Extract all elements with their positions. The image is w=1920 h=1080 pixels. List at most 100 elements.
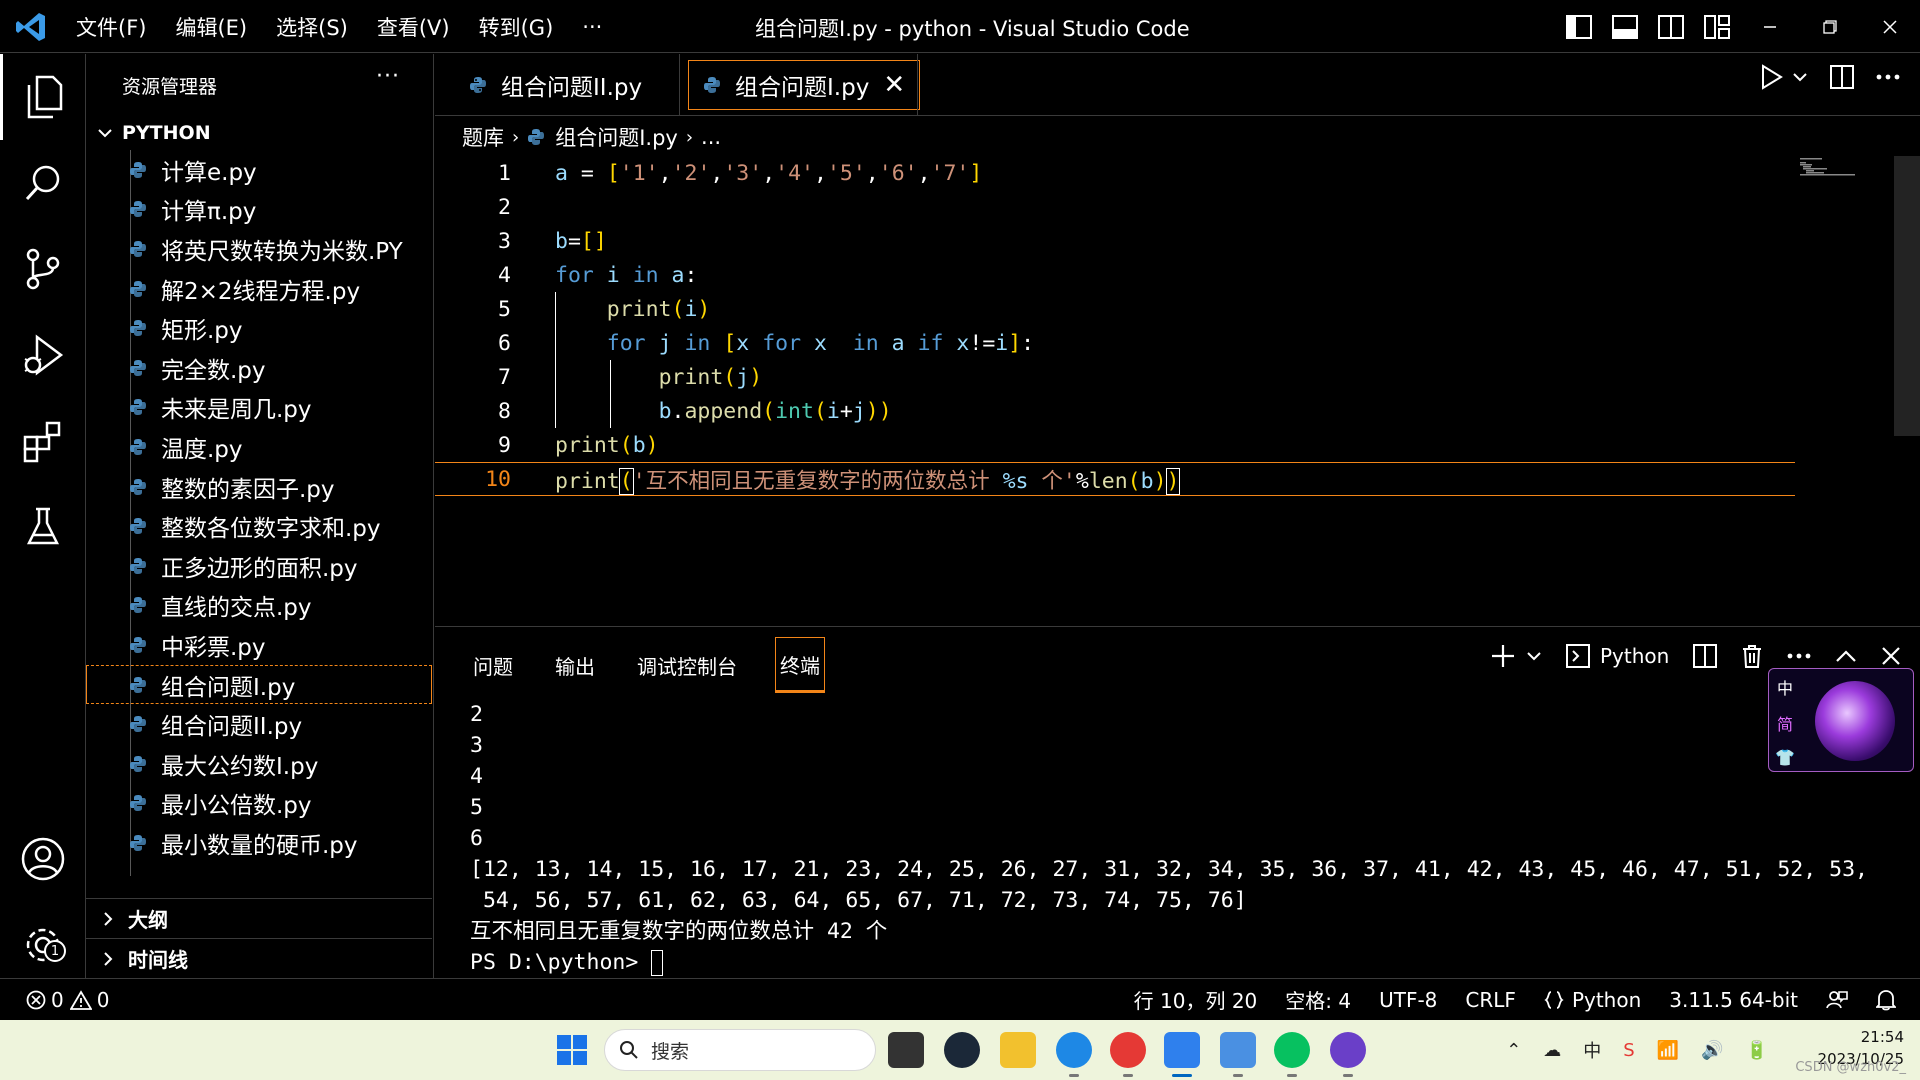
extensions-icon[interactable] xyxy=(0,398,86,484)
vscode-taskbar-icon[interactable] xyxy=(1164,1032,1200,1068)
file-item[interactable]: 将英尺数转换为米数.PY xyxy=(86,229,432,269)
tab-combination-i[interactable]: 组合问题I.py ✕ xyxy=(688,60,921,110)
split-terminal-icon[interactable] xyxy=(1693,644,1718,668)
code-editor[interactable]: 1 a = ['1','2','3','4','5','6','7'] 2 3 … xyxy=(435,156,1920,626)
maximize-panel-icon[interactable] xyxy=(1835,649,1857,663)
file-item[interactable]: 正多边形的面积.py xyxy=(86,546,432,586)
file-item[interactable]: 完全数.py xyxy=(86,348,432,388)
file-item[interactable]: 整数各位数字求和.py xyxy=(86,506,432,546)
netease-music-icon[interactable] xyxy=(1110,1032,1146,1068)
problems-status[interactable]: 0 0 xyxy=(26,988,109,1012)
file-item[interactable]: 组合问题II.py xyxy=(86,704,432,744)
breadcrumb-folder[interactable]: 题库 xyxy=(462,122,504,152)
testing-icon[interactable] xyxy=(0,484,86,570)
file-item[interactable]: 整数的素因子.py xyxy=(86,467,432,507)
tab-terminal[interactable]: 终端 xyxy=(775,637,825,693)
tab-output[interactable]: 输出 xyxy=(551,637,599,693)
menu-more[interactable]: ··· xyxy=(582,15,602,39)
python-interpreter[interactable]: 3.11.5 64-bit xyxy=(1669,988,1798,1012)
notifications-bell-icon[interactable] xyxy=(1876,989,1896,1011)
explorer-more-actions[interactable]: ··· xyxy=(376,64,400,89)
ime-mode[interactable]: 简 xyxy=(1777,711,1793,735)
ime-floating-widget[interactable]: 中 简 👕 xyxy=(1768,668,1914,772)
file-item[interactable]: 最小公倍数.py xyxy=(86,784,432,824)
restore-icon[interactable] xyxy=(1800,0,1860,53)
close-window-icon[interactable] xyxy=(1860,0,1920,53)
ime-language[interactable]: 中 xyxy=(1777,675,1793,699)
file-item[interactable]: 组合问题I.py xyxy=(86,664,432,705)
app-window-icon[interactable] xyxy=(1220,1032,1256,1068)
run-python-file-icon[interactable] xyxy=(1760,64,1808,90)
file-item[interactable]: 最小数量的硬币.py xyxy=(86,823,432,863)
tray-chevron-up-icon[interactable]: ⌃ xyxy=(1506,1040,1521,1061)
breadcrumb-file[interactable]: 组合问题I.py xyxy=(555,122,678,152)
tab-combination-ii[interactable]: 组合问题II.py xyxy=(455,60,656,110)
windows-start-icon[interactable] xyxy=(556,1034,588,1066)
trash-icon[interactable] xyxy=(1741,644,1763,668)
end-of-line[interactable]: CRLF xyxy=(1465,988,1516,1012)
onedrive-cloud-icon[interactable]: ☁ xyxy=(1543,1040,1561,1061)
menu-file[interactable]: 文件(F) xyxy=(76,12,146,42)
wechat-icon[interactable] xyxy=(1274,1032,1310,1068)
file-item[interactable]: 解2×2线程方程.py xyxy=(86,269,432,309)
editor-scrollbar[interactable] xyxy=(1894,156,1920,436)
feedback-icon[interactable] xyxy=(1826,989,1848,1011)
folder-python[interactable]: PYTHON xyxy=(96,122,211,144)
task-view-icon[interactable] xyxy=(888,1032,924,1068)
menu-edit[interactable]: 编辑(E) xyxy=(175,12,247,42)
terminal-output[interactable]: 2 3 4 5 6 [12, 13, 14, 15, 16, 17, 21, 23, 24… xyxy=(470,699,1868,978)
timeline-section[interactable]: 时间线 xyxy=(86,938,432,978)
outline-section[interactable]: 大纲 xyxy=(86,898,432,938)
run-and-debug-icon[interactable] xyxy=(0,312,86,398)
menu-view[interactable]: 查看(V) xyxy=(377,12,450,42)
crystal-app-icon[interactable] xyxy=(1330,1032,1366,1068)
antivirus-icon[interactable]: S xyxy=(1623,1040,1634,1061)
menu-selection[interactable]: 选择(S) xyxy=(276,12,348,42)
file-item[interactable]: 矩形.py xyxy=(86,308,432,348)
ime-shirt-icon[interactable]: 👕 xyxy=(1775,748,1795,767)
explorer-icon[interactable] xyxy=(0,54,86,140)
taskbar-search[interactable]: 搜索 xyxy=(604,1029,876,1071)
steam-icon[interactable] xyxy=(944,1032,980,1068)
new-terminal-icon[interactable] xyxy=(1490,643,1542,669)
file-item[interactable]: 未来是周几.py xyxy=(86,388,432,428)
ime-indicator[interactable]: 中 xyxy=(1583,1037,1601,1063)
file-item[interactable]: 直线的交点.py xyxy=(86,586,432,626)
encoding[interactable]: UTF-8 xyxy=(1379,988,1437,1012)
toggle-panel-icon[interactable] xyxy=(1602,0,1648,53)
manage-gear-icon[interactable] xyxy=(0,902,86,988)
file-item[interactable]: 计算e.py xyxy=(86,150,432,190)
toggle-secondary-sidebar-icon[interactable] xyxy=(1648,0,1694,53)
language-mode[interactable]: Python xyxy=(1544,988,1641,1012)
toggle-primary-sidebar-icon[interactable] xyxy=(1556,0,1602,53)
file-item[interactable]: 最大公约数I.py xyxy=(86,744,432,784)
tab-debug-console[interactable]: 调试控制台 xyxy=(633,637,741,693)
tab-close-icon[interactable]: ✕ xyxy=(883,70,905,100)
battery-icon[interactable]: 🔋 xyxy=(1746,1040,1768,1061)
source-control-icon[interactable] xyxy=(0,226,86,312)
tab-problems[interactable]: 问题 xyxy=(469,637,517,693)
minimap[interactable] xyxy=(1800,156,1860,176)
cursor-position[interactable]: 行 10，列 20 xyxy=(1134,985,1258,1014)
breadcrumb-symbols[interactable]: ... xyxy=(701,125,721,149)
editor-more-icon[interactable] xyxy=(1876,73,1900,81)
menu-go[interactable]: 转到(G) xyxy=(479,12,554,42)
wifi-icon[interactable]: 📶 xyxy=(1657,1040,1679,1061)
indentation[interactable]: 空格: 4 xyxy=(1285,985,1351,1014)
file-item[interactable]: 温度.py xyxy=(86,427,432,467)
file-item[interactable]: 计算π.py xyxy=(86,190,432,230)
chevron-down-icon[interactable] xyxy=(1526,648,1542,664)
volume-icon[interactable]: 🔊 xyxy=(1701,1040,1723,1061)
split-editor-icon[interactable] xyxy=(1830,65,1854,89)
terminal-prompt-line[interactable]: PS D:\python> xyxy=(470,947,1868,978)
edge-browser-icon[interactable] xyxy=(1056,1032,1092,1068)
chevron-down-icon[interactable] xyxy=(1792,69,1808,85)
file-explorer-icon[interactable] xyxy=(1000,1032,1036,1068)
search-icon[interactable] xyxy=(0,140,86,226)
close-panel-icon[interactable] xyxy=(1881,646,1901,666)
minimize-icon[interactable] xyxy=(1740,0,1800,53)
accounts-icon[interactable] xyxy=(0,816,86,902)
customize-layout-icon[interactable] xyxy=(1694,0,1740,53)
panel-more-icon[interactable] xyxy=(1787,652,1811,660)
terminal-profile[interactable]: Python xyxy=(1566,644,1669,668)
